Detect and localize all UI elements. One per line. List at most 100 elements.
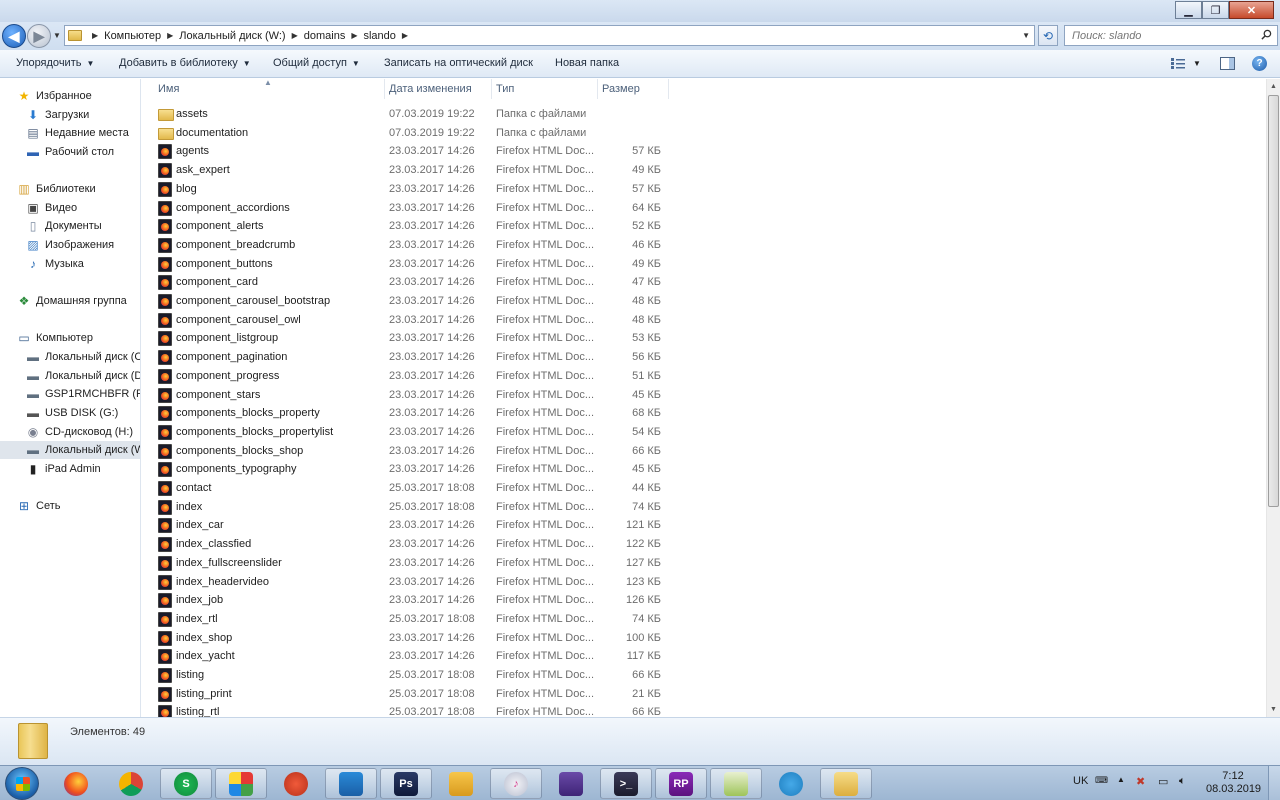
nav-disk-f[interactable]: ▬ GSP1RMCHBFR (F:): [0, 385, 140, 403]
change-view-icon[interactable]: [1171, 58, 1185, 69]
chevron-right-icon[interactable]: ▶: [351, 31, 357, 40]
nav-images[interactable]: ▨ Изображения: [0, 236, 140, 254]
taskbar-app-photoshop[interactable]: Ps: [380, 768, 432, 799]
search-box[interactable]: [1064, 25, 1278, 46]
file-row[interactable]: components_blocks_property 23.03.2017 14:…: [142, 404, 1266, 423]
search-icon[interactable]: [1261, 29, 1272, 40]
show-desktop-button[interactable]: [1268, 766, 1280, 800]
file-row[interactable]: index_yacht 23.03.2017 14:26 Firefox HTML …: [142, 647, 1266, 666]
address-bar[interactable]: ▶ Компьютер ▶ Локальный диск (W:) ▶ doma…: [64, 25, 1035, 46]
taskbar-app-terminal[interactable]: >_: [600, 768, 652, 799]
nav-desktop[interactable]: ▬ Рабочий стол: [0, 143, 140, 161]
nav-cd-h[interactable]: ◉ CD-дисковод (H:): [0, 423, 140, 441]
taskbar-app-cat-app[interactable]: [545, 768, 597, 799]
volume-icon[interactable]: 🔈︎: [1179, 775, 1186, 788]
language-indicator[interactable]: UK: [1073, 775, 1088, 787]
start-button[interactable]: [5, 767, 39, 800]
forward-arrow-icon[interactable]: ▶: [27, 24, 51, 48]
file-row[interactable]: component_accordions 23.03.2017 14:26 Fire…: [142, 199, 1266, 218]
file-row[interactable]: index_classfied 23.03.2017 14:26 Firefox H…: [142, 535, 1266, 554]
taskbar-app-skype[interactable]: S: [160, 768, 212, 799]
new-folder-button[interactable]: Новая папка: [555, 57, 619, 69]
nav-network[interactable]: ⊞ Сеть: [0, 497, 140, 515]
file-row[interactable]: component_alerts 23.03.2017 14:26 Firefox …: [142, 217, 1266, 236]
file-row[interactable]: component_pagination 23.03.2017 14:26 Fire…: [142, 348, 1266, 367]
breadcrumb-item[interactable]: Локальный диск (W:): [179, 30, 285, 42]
taskbar-app-itunes[interactable]: ♪: [490, 768, 542, 799]
column-header-size[interactable]: Размер: [602, 83, 640, 95]
chevron-right-icon[interactable]: ▶: [92, 31, 98, 40]
file-row[interactable]: component_breadcrumb 23.03.2017 14:26 Fire…: [142, 236, 1266, 255]
file-row[interactable]: ask_expert 23.03.2017 14:26 Firefox HTML D…: [142, 161, 1266, 180]
nav-usb-g[interactable]: ▬ USB DISK (G:): [0, 404, 140, 422]
file-row[interactable]: index_shop 23.03.2017 14:26 Firefox HTML D…: [142, 629, 1266, 648]
taskbar-app-chrome[interactable]: [105, 768, 157, 799]
file-row[interactable]: contact 25.03.2017 18:08 Firefox HTML Doc.…: [142, 479, 1266, 498]
taskbar-app-ccleaner[interactable]: [270, 768, 322, 799]
file-row[interactable]: component_listgroup 23.03.2017 14:26 Firef…: [142, 329, 1266, 348]
view-options-dropdown-icon[interactable]: ▼: [1193, 59, 1201, 68]
file-row[interactable]: components_blocks_shop 23.03.2017 14:26 Fi…: [142, 442, 1266, 461]
address-history-dropdown-icon[interactable]: ▼: [1022, 31, 1030, 40]
taskbar-app-notes-app[interactable]: [435, 768, 487, 799]
file-row[interactable]: index_rtl 25.03.2017 18:08 Firefox HTML Do…: [142, 610, 1266, 629]
file-row[interactable]: components_blocks_propertylist 23.03.2017…: [142, 423, 1266, 442]
file-row[interactable]: blog 23.03.2017 14:26 Firefox HTML Doc... 5…: [142, 180, 1266, 199]
column-divider[interactable]: [384, 79, 385, 99]
nav-favorites[interactable]: ★ Избранное: [0, 87, 140, 105]
scrollbar-thumb[interactable]: [1268, 95, 1279, 507]
chevron-right-icon[interactable]: ▶: [402, 31, 408, 40]
chevron-right-icon[interactable]: ▶: [167, 31, 173, 40]
taskbar-app-notepad-check[interactable]: [710, 768, 762, 799]
refresh-icon[interactable]: ⟲: [1038, 25, 1058, 46]
taskbar-app-ms-paint-grid[interactable]: [215, 768, 267, 799]
file-row[interactable]: assets 07.03.2019 19:22 Папка с файлами: [142, 105, 1266, 124]
breadcrumb-item[interactable]: Компьютер: [104, 30, 161, 42]
column-divider[interactable]: [668, 79, 669, 99]
nav-homegroup[interactable]: ❖ Домашняя группа: [0, 292, 140, 310]
nav-recent-places[interactable]: ▤ Недавние места: [0, 124, 140, 142]
file-row[interactable]: component_buttons 23.03.2017 14:26 Firefox…: [142, 255, 1266, 274]
add-to-library-button[interactable]: Добавить в библиотеку ▼: [119, 57, 251, 69]
share-button[interactable]: Общий доступ ▼: [273, 57, 360, 69]
nav-downloads[interactable]: ⬇ Загрузки: [0, 106, 140, 124]
minimize-icon[interactable]: ▁: [1175, 1, 1202, 19]
file-row[interactable]: components_typography 23.03.2017 14:26 Fir…: [142, 460, 1266, 479]
file-row[interactable]: component_stars 23.03.2017 14:26 Firefox H…: [142, 386, 1266, 405]
file-row[interactable]: component_carousel_owl 23.03.2017 14:26 Fi…: [142, 311, 1266, 330]
nav-disk-d[interactable]: ▬ Локальный диск (D:): [0, 367, 140, 385]
file-row[interactable]: index_fullscreenslider 23.03.2017 14:26 Fi…: [142, 554, 1266, 573]
organize-button[interactable]: Упорядочить ▼: [16, 57, 94, 69]
search-input[interactable]: [1072, 29, 1252, 42]
column-divider[interactable]: [491, 79, 492, 99]
keyboard-icon[interactable]: ⌨: [1095, 775, 1108, 786]
taskbar-app-explorer[interactable]: [820, 768, 872, 799]
nav-disk-w[interactable]: ▬ Локальный диск (W:): [0, 441, 140, 459]
breadcrumb-item[interactable]: slando: [363, 30, 395, 42]
file-row[interactable]: documentation 07.03.2019 19:22 Папка с фай…: [142, 124, 1266, 143]
nav-libraries[interactable]: ▥ Библиотеки: [0, 180, 140, 198]
back-arrow-icon[interactable]: ◀: [2, 24, 26, 48]
scroll-up-arrow-icon[interactable]: ▲: [1267, 79, 1280, 94]
taskbar-app-firefox[interactable]: [50, 768, 102, 799]
column-header-name[interactable]: Имя: [158, 83, 179, 95]
help-icon[interactable]: ?: [1252, 56, 1267, 71]
taskbar-app-vscode[interactable]: [325, 768, 377, 799]
file-row[interactable]: component_carousel_bootstrap 23.03.2017 1…: [142, 292, 1266, 311]
file-row[interactable]: index 25.03.2017 18:08 Firefox HTML Doc...…: [142, 498, 1266, 517]
chevron-right-icon[interactable]: ▶: [292, 31, 298, 40]
network-error-icon[interactable]: ✖: [1136, 775, 1145, 788]
file-row[interactable]: component_card 23.03.2017 14:26 Firefox HT…: [142, 273, 1266, 292]
battery-icon[interactable]: ▭: [1158, 775, 1168, 788]
file-row[interactable]: component_progress 23.03.2017 14:26 Firefo…: [142, 367, 1266, 386]
nav-computer[interactable]: ▭ Компьютер: [0, 329, 140, 347]
taskbar-app-telegram[interactable]: [765, 768, 817, 799]
burn-button[interactable]: Записать на оптический диск: [384, 57, 533, 69]
file-row[interactable]: index_car 23.03.2017 14:26 Firefox HTML Do…: [142, 516, 1266, 535]
file-row[interactable]: listing 25.03.2017 18:08 Firefox HTML Doc.…: [142, 666, 1266, 685]
taskbar-app-rp-app[interactable]: RP: [655, 768, 707, 799]
close-icon[interactable]: ✕: [1229, 1, 1274, 19]
scroll-down-arrow-icon[interactable]: ▼: [1267, 702, 1280, 717]
vertical-scrollbar[interactable]: ▲ ▼: [1266, 79, 1280, 717]
nav-ipad[interactable]: ▮ iPad Admin: [0, 460, 140, 478]
